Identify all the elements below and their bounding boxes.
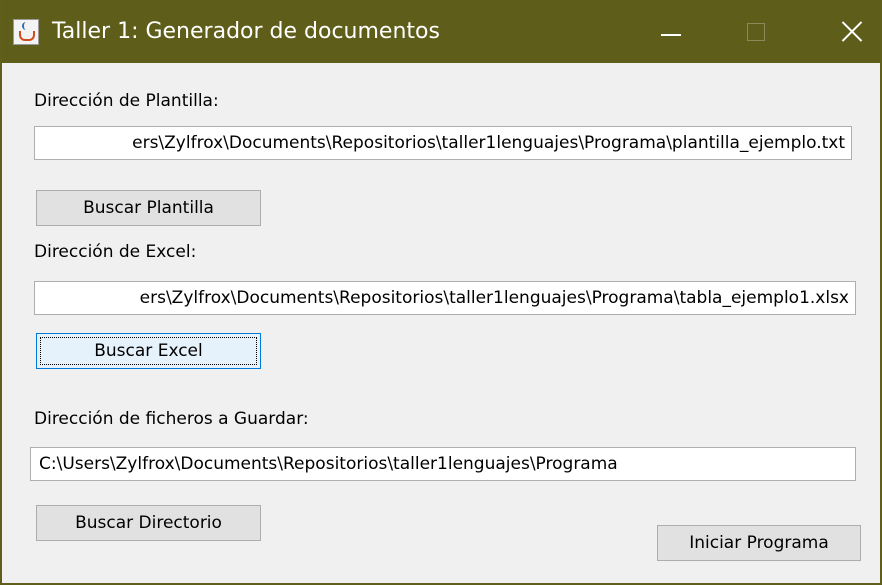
buscar-plantilla-button[interactable]: Buscar Plantilla bbox=[36, 190, 261, 226]
iniciar-programa-button[interactable]: Iniciar Programa bbox=[657, 525, 861, 561]
java-cup-icon bbox=[13, 19, 39, 45]
app-window: Taller 1: Generador de documentos Direcc… bbox=[0, 0, 882, 585]
guardar-path-field[interactable]: C:\Users\Zylfrox\Documents\Repositorios\… bbox=[30, 447, 856, 481]
buscar-directorio-button[interactable]: Buscar Directorio bbox=[36, 505, 261, 541]
window-title: Taller 1: Generador de documentos bbox=[52, 19, 440, 44]
plantilla-label: Dirección de Plantilla: bbox=[34, 91, 219, 111]
minimize-icon bbox=[661, 34, 681, 36]
excel-path-value: ers\Zylfrox\Documents\Repositorios\talle… bbox=[139, 288, 849, 308]
plantilla-path-value: ers\Zylfrox\Documents\Repositorios\talle… bbox=[132, 133, 845, 153]
buscar-excel-button[interactable]: Buscar Excel bbox=[36, 333, 261, 369]
title-bar[interactable]: Taller 1: Generador de documentos bbox=[2, 0, 880, 63]
close-icon bbox=[838, 17, 866, 45]
guardar-path-value: C:\Users\Zylfrox\Documents\Repositorios\… bbox=[39, 454, 618, 474]
excel-path-field[interactable]: ers\Zylfrox\Documents\Repositorios\talle… bbox=[34, 281, 856, 315]
guardar-label: Dirección de ficheros a Guardar: bbox=[34, 409, 309, 429]
focus-ring bbox=[40, 337, 257, 365]
maximize-icon bbox=[747, 23, 765, 41]
plantilla-path-field[interactable]: ers\Zylfrox\Documents\Repositorios\talle… bbox=[34, 126, 852, 160]
minimize-button[interactable] bbox=[636, 0, 706, 63]
excel-label: Dirección de Excel: bbox=[34, 242, 197, 262]
